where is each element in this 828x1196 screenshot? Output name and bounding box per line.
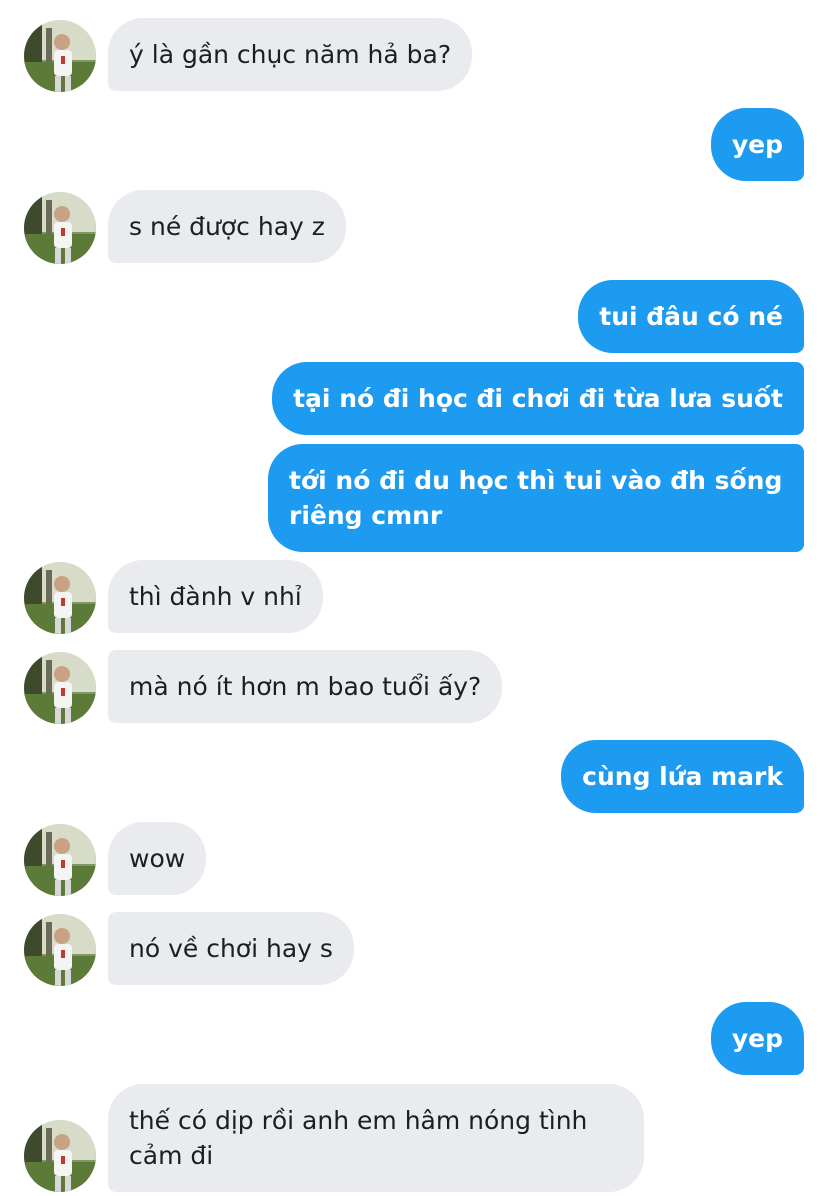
- contact-avatar[interactable]: [24, 824, 96, 896]
- message-thread: ý là gần chục năm hả ba? yep s né được h…: [0, 0, 828, 1196]
- contact-avatar[interactable]: [24, 652, 96, 724]
- incoming-message-bubble[interactable]: thế có dịp rồi anh em hâm nóng tình cảm …: [108, 1084, 644, 1192]
- outgoing-message-bubble[interactable]: tới nó đi du học thì tui vào đh sống riê…: [268, 444, 804, 552]
- contact-avatar[interactable]: [24, 914, 96, 986]
- incoming-message-bubble[interactable]: mà nó ít hơn m bao tuổi ấy?: [108, 650, 503, 723]
- contact-avatar[interactable]: [24, 562, 96, 634]
- outgoing-message-bubble[interactable]: tại nó đi học đi chơi đi từa lưa suốt: [272, 362, 804, 435]
- outgoing-message-bubble[interactable]: yep: [710, 1002, 804, 1075]
- outgoing-message-bubble[interactable]: cùng lứa mark: [561, 740, 804, 813]
- outgoing-message-bubble[interactable]: yep: [710, 108, 804, 181]
- outgoing-message-bubble[interactable]: tui đâu có né: [578, 280, 804, 353]
- contact-avatar[interactable]: [24, 20, 96, 92]
- contact-avatar[interactable]: [24, 192, 96, 264]
- incoming-message-bubble[interactable]: wow: [108, 822, 207, 895]
- incoming-message-bubble[interactable]: nó về chơi hay s: [108, 912, 354, 985]
- contact-avatar[interactable]: [24, 1120, 96, 1192]
- incoming-message-bubble[interactable]: s né được hay z: [108, 190, 346, 263]
- incoming-message-bubble[interactable]: thì đành v nhỉ: [108, 560, 323, 633]
- incoming-message-bubble[interactable]: ý là gần chục năm hả ba?: [108, 18, 473, 91]
